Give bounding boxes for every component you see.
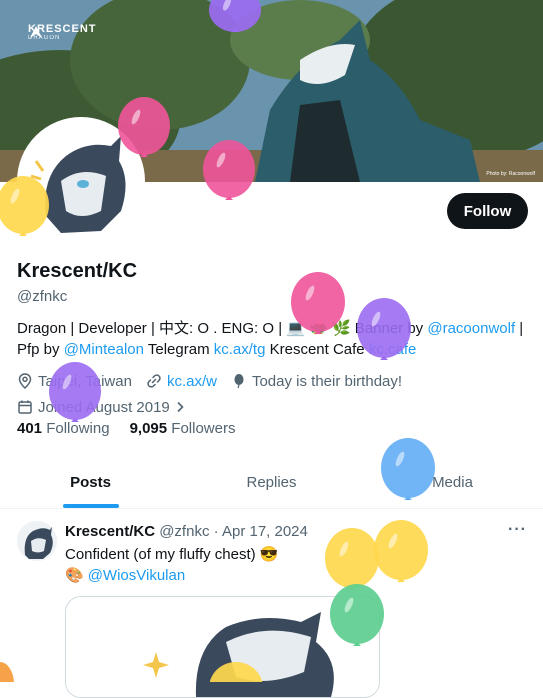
followers-count[interactable]: 9,095 Followers (130, 420, 236, 437)
balloon-yellow (209, 662, 263, 682)
tab-replies[interactable]: Replies (181, 457, 362, 508)
balloon-icon (234, 374, 244, 389)
palette-emoji: 🎨 (65, 567, 84, 584)
balloon-pink (291, 272, 345, 334)
balloon-green (330, 584, 384, 646)
birthday: Today is their birthday! (231, 373, 402, 390)
bio-text: | (515, 320, 524, 337)
bio-mention-mintealon[interactable]: @Mintealon (64, 341, 144, 358)
balloon-purple (357, 298, 411, 360)
location-pin-icon (18, 373, 32, 389)
more-icon[interactable]: ··· (508, 521, 527, 539)
tweet-handle[interactable]: @zfnkc (159, 523, 209, 540)
profile-tabs: Posts Replies Media (0, 457, 543, 509)
tab-posts[interactable]: Posts (0, 457, 181, 508)
balloon-yellow (374, 520, 428, 582)
tweet-avatar[interactable] (17, 521, 57, 561)
bio-mention-racoonwolf[interactable]: @racoonwolf (427, 320, 515, 337)
chevron-right-icon (177, 401, 184, 413)
tweet-mention[interactable]: @WiosVikulan (88, 565, 186, 586)
tweet-date[interactable]: Apr 17, 2024 (222, 523, 308, 540)
tweet-header: Krescent/KC @zfnkc · Apr 17, 2024 (65, 523, 308, 540)
birthday-text: Today is their birthday! (251, 372, 403, 390)
display-name: Krescent/KC (17, 260, 138, 282)
bio-link-telegram[interactable]: kc.ax/tg (214, 341, 266, 358)
joined[interactable]: Joined August 2019 (17, 399, 192, 416)
tweet-separator: · (213, 523, 219, 540)
bio: Dragon | Developer | 中文: O . ENG: O | 💻 … (17, 318, 527, 360)
brand-sub: DRAGON (28, 35, 61, 41)
tweet-author[interactable]: Krescent/KC (65, 523, 155, 540)
tweet-avatar-image (17, 521, 57, 561)
photo-credit: Photo by: Racoonwolf (486, 171, 535, 177)
tweet-mention-line: 🎨 @WiosVikulan (65, 565, 185, 586)
bio-text: Krescent Cafe (265, 341, 369, 358)
brand-logo: KRESCENT DRAGON (28, 24, 97, 42)
balloon-pink (118, 97, 170, 157)
tweet-text: Confident (of my fluffy chest) 😎 (65, 546, 279, 563)
website[interactable]: kc.ax/w (146, 373, 217, 390)
balloon-purple (209, 0, 261, 32)
calendar-icon (18, 400, 32, 414)
balloon-yellow (0, 176, 49, 236)
follow-button[interactable]: Follow (447, 193, 528, 229)
website-link[interactable]: kc.ax/w (167, 373, 217, 390)
handle: @zfnkc (17, 288, 68, 305)
balloon-purple (49, 362, 101, 422)
balloon-orange (0, 662, 14, 682)
bio-text: Telegram (143, 341, 214, 358)
balloon-pink (203, 140, 255, 200)
link-icon (147, 374, 161, 388)
balloon-blue (381, 438, 435, 500)
bio-text: Pfp by (17, 341, 64, 358)
tweet[interactable]: Krescent/KC @zfnkc · Apr 17, 2024 ··· Co… (0, 508, 543, 698)
